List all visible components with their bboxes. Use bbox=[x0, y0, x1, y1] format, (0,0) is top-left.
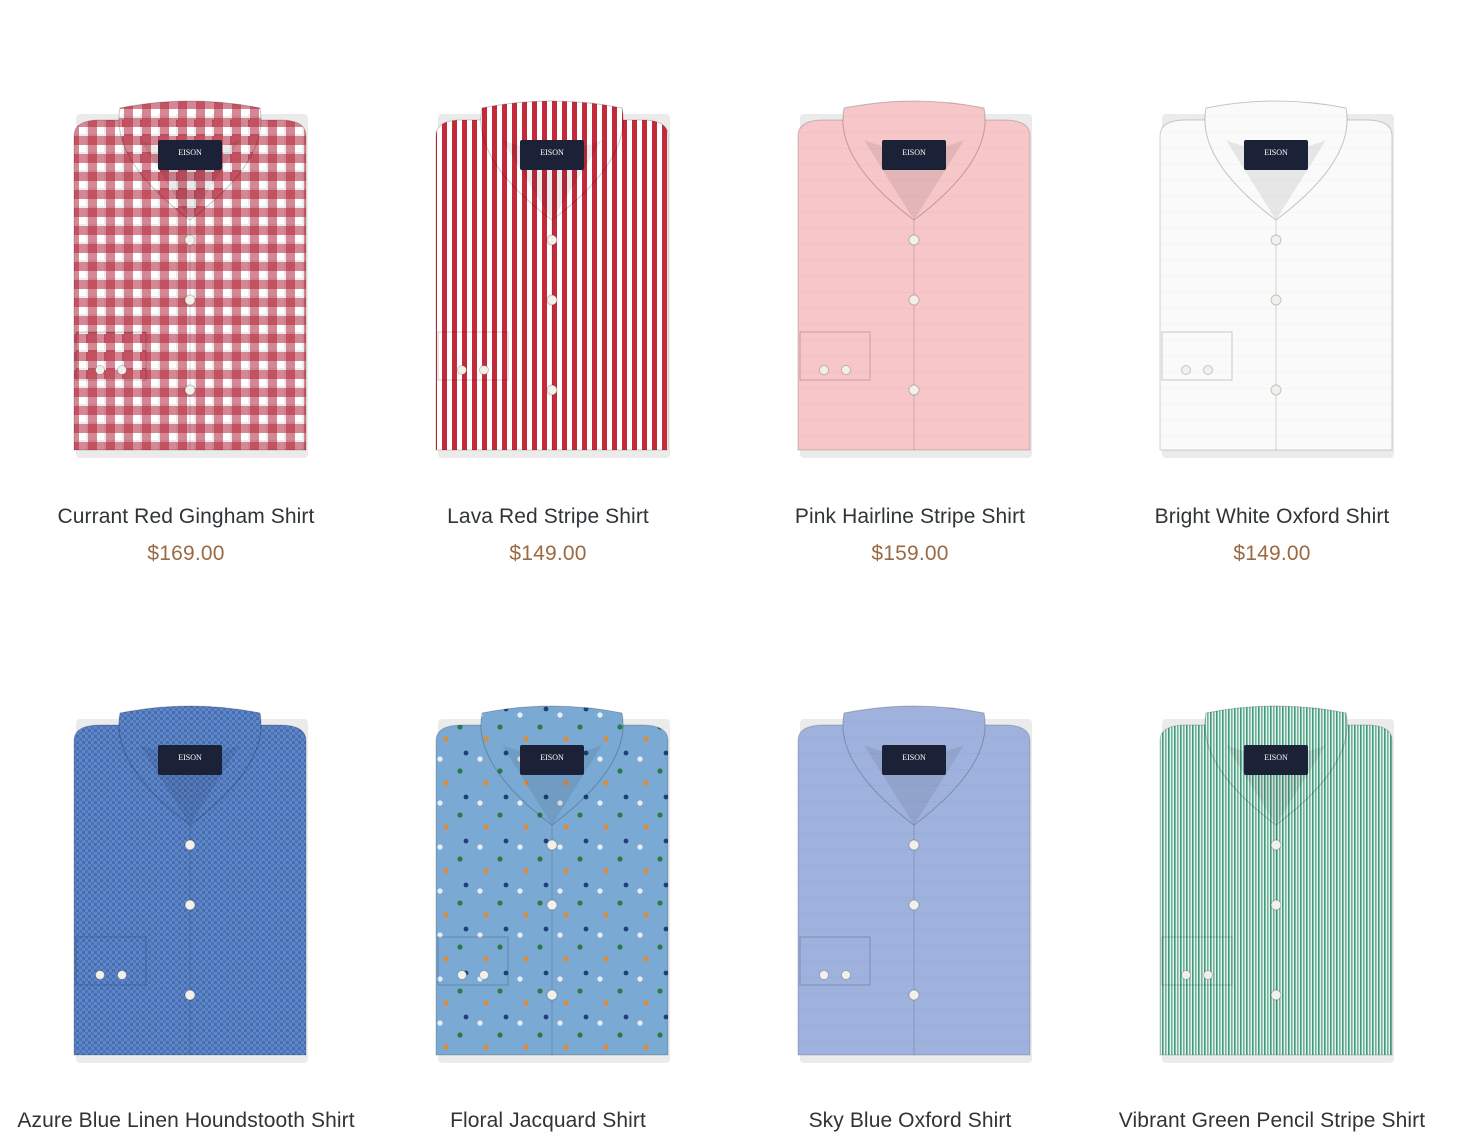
shirt-button bbox=[908, 294, 920, 306]
brand-text: EISON bbox=[540, 753, 564, 762]
shirt-button bbox=[908, 839, 920, 851]
cuff-button bbox=[95, 970, 105, 980]
cuff-button bbox=[819, 365, 829, 375]
shirt-illustration: EISON bbox=[73, 100, 308, 458]
shirt-button bbox=[184, 234, 196, 246]
shirt-button bbox=[908, 989, 920, 1001]
product-name[interactable]: Lava Red Stripe Shirt bbox=[367, 505, 729, 529]
shirt-cuff bbox=[1161, 936, 1233, 986]
product-name[interactable]: Azure Blue Linen Houndstooth Shirt bbox=[5, 1109, 367, 1133]
shirt-cuff bbox=[1161, 331, 1233, 381]
product-name[interactable]: Sky Blue Oxford Shirt bbox=[729, 1109, 1091, 1133]
cuff-button bbox=[457, 365, 467, 375]
shirt-button bbox=[184, 294, 196, 306]
cuff-button bbox=[1203, 970, 1213, 980]
shirt-illustration: EISON bbox=[1159, 100, 1394, 458]
shirt-cuff bbox=[799, 331, 871, 381]
brand-text: EISON bbox=[178, 753, 202, 762]
brand-text: EISON bbox=[1264, 148, 1288, 157]
brand-text: EISON bbox=[902, 148, 926, 157]
brand-text: EISON bbox=[178, 148, 202, 157]
shirt-button bbox=[184, 899, 196, 911]
shirt-cuff bbox=[437, 936, 509, 986]
shirt-cuff bbox=[437, 331, 509, 381]
brand-text: EISON bbox=[540, 148, 564, 157]
shirt-illustration: EISON bbox=[435, 100, 670, 458]
shirt-button bbox=[546, 384, 558, 396]
shirt-button bbox=[1270, 294, 1282, 306]
product-price: $169.00 bbox=[147, 542, 225, 565]
cuff-button bbox=[1181, 365, 1191, 375]
shirt-button bbox=[184, 989, 196, 1001]
shirt-illustration: EISON bbox=[435, 705, 670, 1063]
shirt-button bbox=[546, 839, 558, 851]
cuff-button bbox=[479, 365, 489, 375]
shirt-button bbox=[1270, 234, 1282, 246]
shirt-button bbox=[1270, 989, 1282, 1001]
product-price: $159.00 bbox=[871, 542, 949, 565]
shirt-cuff bbox=[75, 936, 147, 986]
shirt-image[interactable]: EISON bbox=[1156, 100, 1396, 460]
product-name[interactable]: Floral Jacquard Shirt bbox=[367, 1109, 729, 1133]
cuff-button bbox=[819, 970, 829, 980]
shirt-button bbox=[908, 899, 920, 911]
shirt-illustration: EISON bbox=[1159, 705, 1394, 1063]
brand-text: EISON bbox=[902, 753, 926, 762]
product-name[interactable]: Vibrant Green Pencil Stripe Shirt bbox=[1091, 1109, 1453, 1133]
shirt-image[interactable]: EISON bbox=[432, 100, 672, 460]
shirt-button bbox=[1270, 839, 1282, 851]
shirt-button bbox=[908, 234, 920, 246]
shirt-button bbox=[1270, 384, 1282, 396]
cuff-button bbox=[1203, 365, 1213, 375]
cuff-button bbox=[117, 970, 127, 980]
shirt-image[interactable]: EISON bbox=[70, 100, 310, 460]
shirt-button bbox=[1270, 899, 1282, 911]
shirt-button bbox=[546, 294, 558, 306]
cuff-button bbox=[1181, 970, 1191, 980]
product-price: $149.00 bbox=[1233, 542, 1311, 565]
shirt-button bbox=[184, 384, 196, 396]
cuff-button bbox=[479, 970, 489, 980]
shirt-image[interactable]: EISON bbox=[1156, 705, 1396, 1065]
shirt-button bbox=[546, 234, 558, 246]
cuff-button bbox=[117, 365, 127, 375]
cuff-button bbox=[841, 970, 851, 980]
shirt-image[interactable]: EISON bbox=[794, 705, 1034, 1065]
cuff-button bbox=[841, 365, 851, 375]
shirt-illustration: EISON bbox=[797, 100, 1032, 458]
product-name[interactable]: Pink Hairline Stripe Shirt bbox=[729, 505, 1091, 529]
cuff-button bbox=[95, 365, 105, 375]
shirt-button bbox=[184, 839, 196, 851]
shirt-cuff bbox=[75, 331, 147, 381]
product-grid: EISON Currant Red Gingham Shirt $169.00 … bbox=[0, 0, 1468, 1146]
brand-text: EISON bbox=[1264, 753, 1288, 762]
product-name[interactable]: Bright White Oxford Shirt bbox=[1091, 505, 1453, 529]
shirt-image[interactable]: EISON bbox=[70, 705, 310, 1065]
shirt-illustration: EISON bbox=[73, 705, 308, 1063]
shirt-illustration: EISON bbox=[797, 705, 1032, 1063]
product-name[interactable]: Currant Red Gingham Shirt bbox=[5, 505, 367, 529]
shirt-image[interactable]: EISON bbox=[432, 705, 672, 1065]
cuff-button bbox=[457, 970, 467, 980]
shirt-button bbox=[546, 899, 558, 911]
shirt-cuff bbox=[799, 936, 871, 986]
shirt-button bbox=[546, 989, 558, 1001]
product-price: $149.00 bbox=[509, 542, 587, 565]
shirt-image[interactable]: EISON bbox=[794, 100, 1034, 460]
shirt-button bbox=[908, 384, 920, 396]
